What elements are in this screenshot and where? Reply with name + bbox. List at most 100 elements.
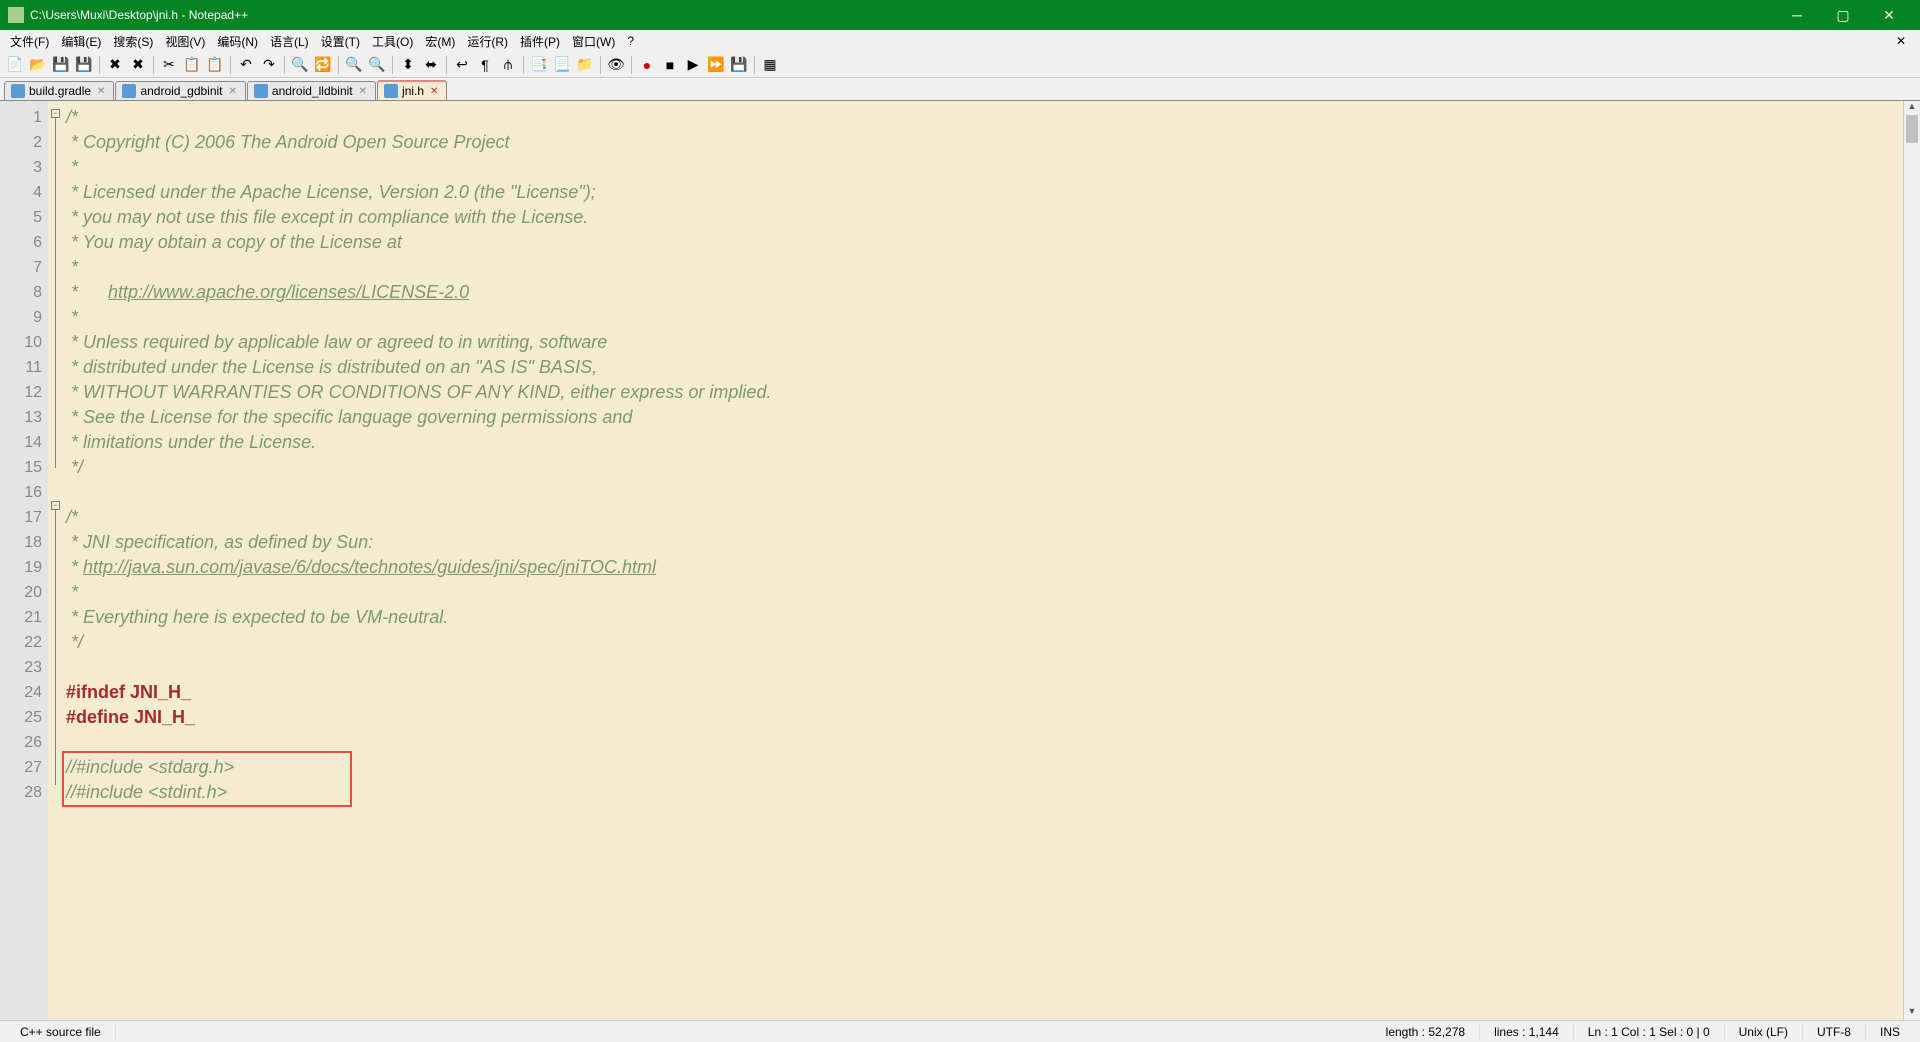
vertical-scrollbar[interactable]: ▲ ▼ bbox=[1903, 101, 1920, 1020]
url-link[interactable]: http://java.sun.com/javase/6/docs/techno… bbox=[83, 557, 656, 577]
menu-item[interactable]: 文件(F) bbox=[4, 31, 55, 52]
stop-icon[interactable]: ■ bbox=[659, 54, 681, 76]
fold-cell[interactable]: − bbox=[48, 109, 62, 118]
code-line[interactable]: * Unless required by applicable law or a… bbox=[66, 330, 1903, 355]
code-line[interactable]: * Everything here is expected to be VM-n… bbox=[66, 605, 1903, 630]
redo-icon[interactable]: ↷ bbox=[258, 54, 280, 76]
code-area[interactable]: /* * Copyright (C) 2006 The Android Open… bbox=[62, 101, 1903, 1020]
code-line[interactable]: * bbox=[66, 580, 1903, 605]
menu-item[interactable]: 编码(N) bbox=[211, 31, 264, 52]
document-tab[interactable]: android_lldbinit✕ bbox=[247, 81, 376, 100]
cut-icon[interactable]: ✂ bbox=[158, 54, 180, 76]
menu-item[interactable]: 窗口(W) bbox=[566, 31, 621, 52]
replace-icon[interactable]: 🔁 bbox=[312, 54, 334, 76]
monitor-icon[interactable]: 👁 bbox=[605, 54, 627, 76]
close-icon[interactable]: ✖ bbox=[104, 54, 126, 76]
save-all-icon[interactable]: 💾 bbox=[73, 54, 95, 76]
zoom-out-icon[interactable]: 🔍 bbox=[366, 54, 388, 76]
play-icon[interactable]: ▶ bbox=[682, 54, 704, 76]
tab-label: jni.h bbox=[402, 84, 424, 98]
scroll-up-icon[interactable]: ▲ bbox=[1904, 101, 1920, 115]
fold-cell bbox=[48, 660, 62, 685]
menu-item[interactable]: 宏(M) bbox=[419, 31, 461, 52]
code-line[interactable]: * JNI specification, as defined by Sun: bbox=[66, 530, 1903, 555]
code-line[interactable]: #define JNI_H_ bbox=[66, 705, 1903, 730]
close-all-icon[interactable]: ✖ bbox=[127, 54, 149, 76]
code-line[interactable] bbox=[66, 730, 1903, 755]
code-line[interactable]: //#include <stdarg.h> bbox=[66, 755, 1903, 780]
fold-cell[interactable]: − bbox=[48, 501, 62, 510]
code-line[interactable]: * You may obtain a copy of the License a… bbox=[66, 230, 1903, 255]
line-number: 9 bbox=[0, 305, 42, 330]
copy-icon[interactable]: 📋 bbox=[181, 54, 203, 76]
code-line[interactable]: * limitations under the License. bbox=[66, 430, 1903, 455]
find-icon[interactable]: 🔍 bbox=[289, 54, 311, 76]
code-line[interactable]: */ bbox=[66, 630, 1903, 655]
code-line[interactable]: * you may not use this file except in co… bbox=[66, 205, 1903, 230]
code-line[interactable] bbox=[66, 655, 1903, 680]
undo-icon[interactable]: ↶ bbox=[235, 54, 257, 76]
code-line[interactable]: //#include <stdint.h> bbox=[66, 780, 1903, 805]
code-line[interactable]: * WITHOUT WARRANTIES OR CONDITIONS OF AN… bbox=[66, 380, 1903, 405]
scrollbar-thumb[interactable] bbox=[1906, 115, 1918, 143]
doc-map-icon[interactable]: 📑 bbox=[528, 54, 550, 76]
maximize-button[interactable]: ▢ bbox=[1820, 0, 1866, 30]
minimize-button[interactable]: ─ bbox=[1774, 0, 1820, 30]
open-file-icon[interactable]: 📂 bbox=[27, 54, 49, 76]
menu-item[interactable]: 运行(R) bbox=[461, 31, 514, 52]
menu-item[interactable]: 搜索(S) bbox=[107, 31, 159, 52]
show-all-icon[interactable]: ¶ bbox=[474, 54, 496, 76]
menu-item[interactable]: 编辑(E) bbox=[55, 31, 107, 52]
sync-v-icon[interactable]: ⬍ bbox=[397, 54, 419, 76]
menu-item[interactable]: 语言(L) bbox=[264, 31, 315, 52]
code-line[interactable]: * bbox=[66, 155, 1903, 180]
save-icon[interactable]: 💾 bbox=[50, 54, 72, 76]
tab-close-icon[interactable]: ✕ bbox=[227, 86, 239, 97]
indent-guide-icon[interactable]: ⫛ bbox=[497, 54, 519, 76]
tab-close-icon[interactable]: ✕ bbox=[357, 86, 369, 97]
code-line[interactable]: * distributed under the License is distr… bbox=[66, 355, 1903, 380]
code-line[interactable]: * http://www.apache.org/licenses/LICENSE… bbox=[66, 280, 1903, 305]
code-line[interactable]: /* bbox=[66, 505, 1903, 530]
fold-toggle-icon[interactable]: − bbox=[51, 501, 60, 510]
code-line[interactable] bbox=[66, 480, 1903, 505]
extra-icon[interactable]: ▦ bbox=[759, 54, 781, 76]
menu-item[interactable]: ? bbox=[621, 32, 640, 50]
play-multi-icon[interactable]: ⏩ bbox=[705, 54, 727, 76]
code-line[interactable]: * Licensed under the Apache License, Ver… bbox=[66, 180, 1903, 205]
menu-item[interactable]: 设置(T) bbox=[315, 31, 366, 52]
tab-close-icon[interactable]: ✕ bbox=[95, 86, 107, 97]
code-line[interactable]: #ifndef JNI_H_ bbox=[66, 680, 1903, 705]
document-tab[interactable]: android_gdbinit✕ bbox=[115, 81, 245, 100]
func-list-icon[interactable]: 📃 bbox=[551, 54, 573, 76]
code-line[interactable]: * See the License for the specific langu… bbox=[66, 405, 1903, 430]
menu-item[interactable]: 工具(O) bbox=[366, 31, 419, 52]
new-file-icon[interactable]: 📄 bbox=[4, 54, 26, 76]
toolbar-separator bbox=[523, 56, 524, 74]
menu-item[interactable]: 视图(V) bbox=[159, 31, 211, 52]
tab-close-icon[interactable]: ✕ bbox=[428, 86, 440, 97]
line-number: 23 bbox=[0, 655, 42, 680]
scroll-down-icon[interactable]: ▼ bbox=[1904, 1006, 1920, 1020]
code-line[interactable]: * bbox=[66, 305, 1903, 330]
document-tab[interactable]: jni.h ✕ bbox=[377, 80, 447, 100]
folder-icon[interactable]: 📁 bbox=[574, 54, 596, 76]
zoom-in-icon[interactable]: 🔍 bbox=[343, 54, 365, 76]
document-tab[interactable]: build.gradle✕ bbox=[4, 81, 114, 100]
menu-item[interactable]: 插件(P) bbox=[514, 31, 566, 52]
code-line[interactable]: */ bbox=[66, 455, 1903, 480]
line-number: 21 bbox=[0, 605, 42, 630]
close-document-button[interactable]: ✕ bbox=[1890, 34, 1912, 48]
paste-icon[interactable]: 📋 bbox=[204, 54, 226, 76]
code-line[interactable]: /* bbox=[66, 105, 1903, 130]
wrap-icon[interactable]: ↩ bbox=[451, 54, 473, 76]
code-line[interactable]: * http://java.sun.com/javase/6/docs/tech… bbox=[66, 555, 1903, 580]
sync-h-icon[interactable]: ⬌ bbox=[420, 54, 442, 76]
url-link[interactable]: http://www.apache.org/licenses/LICENSE-2… bbox=[108, 282, 469, 302]
code-line[interactable]: * bbox=[66, 255, 1903, 280]
code-line[interactable]: * Copyright (C) 2006 The Android Open So… bbox=[66, 130, 1903, 155]
close-button[interactable]: ✕ bbox=[1866, 0, 1912, 30]
fold-toggle-icon[interactable]: − bbox=[51, 109, 60, 118]
save-macro-icon[interactable]: 💾 bbox=[728, 54, 750, 76]
record-icon[interactable]: ● bbox=[636, 54, 658, 76]
